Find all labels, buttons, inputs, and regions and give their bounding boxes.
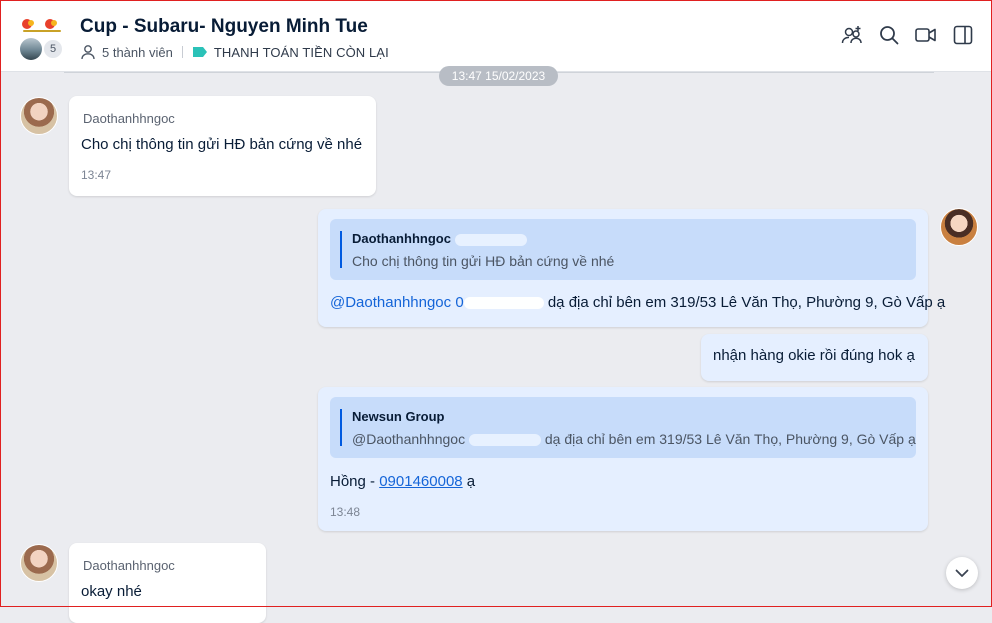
chat-header: 5 Cup - Subaru- Nguyen Minh Tue 5 thành … [0, 0, 992, 72]
scroll-to-bottom-button[interactable] [946, 557, 978, 589]
message-text: @Daothanhhngoc 0 dạ địa chỉ bên em 319/5… [330, 294, 945, 311]
quote-body: dạ địa chỉ bên em 319/53 Lê Văn Thọ, Phư… [544, 431, 916, 447]
sender-name-text: Daothanhhngoc [83, 558, 175, 573]
chevron-down-icon [955, 569, 969, 577]
message-prefix: Hồng - [330, 473, 380, 490]
message-bubble[interactable]: nhận hàng okie rồi đúng hok ạ [701, 334, 928, 381]
mention-suffix: 0 [455, 294, 464, 311]
header-subtitle: 5 thành viên THANH TOÁN TIỀN CÒN LẠI [80, 44, 389, 60]
members-link[interactable]: 5 thành viên [80, 44, 173, 60]
redacted-text [463, 297, 544, 310]
quoted-message[interactable]: Daothanhhngoc Cho chị thông tin gửi HĐ b… [330, 219, 916, 280]
message-list[interactable]: 13:47 15/02/2023 Daothanhhngoc Cho chị t… [0, 66, 992, 623]
redacted-text [454, 233, 527, 246]
add-member-icon [841, 26, 862, 44]
redacted-text [178, 560, 235, 573]
quote-text: Cho chị thông tin gửi HĐ bản cứng về nhé [352, 253, 615, 269]
quote-mention: @Daothanhhngoc [352, 431, 466, 447]
quote-bar [340, 409, 342, 446]
message-bubble[interactable]: Daothanhhngoc Cho chị thông tin gửi HĐ b… [318, 209, 945, 327]
message-bubble[interactable]: Daothanhhngoc okay nhé [69, 543, 266, 623]
message-bubble[interactable]: Daothanhhngoc Cho chị thông tin gửi HĐ b… [69, 96, 376, 196]
redacted-text [468, 434, 541, 447]
conversation-tag[interactable]: THANH TOÁN TIỀN CÒN LẠI [192, 45, 389, 60]
header-actions [841, 24, 974, 46]
sender-name: Daothanhhngoc [83, 558, 235, 573]
add-member-button[interactable] [841, 24, 863, 46]
date-separator: 13:47 15/02/2023 [439, 66, 558, 86]
search-icon [880, 26, 899, 45]
message-bubble[interactable]: Newsun Group @Daothanhhngoc dạ địa chỉ b… [318, 387, 928, 531]
sidebar-toggle-icon [953, 25, 973, 45]
message-time: 13:47 [81, 168, 112, 182]
subtitle-divider [181, 46, 183, 58]
quote-author-name: Daothanhhngoc [352, 231, 451, 246]
message-suffix: ạ [462, 473, 476, 490]
message-body: dạ địa chỉ bên em 319/53 Lê Văn Thọ, Phư… [547, 294, 946, 311]
video-call-icon [915, 28, 936, 42]
message-text: Hồng - 0901460008 ạ [330, 473, 475, 490]
tag-label: THANH TOÁN TIỀN CÒN LẠI [213, 44, 389, 60]
sender-name: Daothanhhngoc [83, 111, 175, 126]
tag-icon [192, 47, 207, 57]
conversation-title[interactable]: Cup - Subaru- Nguyen Minh Tue [80, 16, 368, 38]
members-label: 5 thành viên [102, 44, 173, 60]
message-text: Cho chị thông tin gửi HĐ bản cứng về nhé [81, 136, 363, 153]
group-logo [22, 19, 61, 32]
sidebar-toggle-button[interactable] [952, 24, 974, 46]
message-time: 13:48 [330, 505, 361, 519]
sender-avatar[interactable] [20, 97, 58, 135]
quote-author: Daothanhhngoc [352, 231, 527, 246]
sender-avatar[interactable] [20, 544, 58, 582]
my-avatar[interactable] [940, 208, 978, 246]
message-text: nhận hàng okie rồi đúng hok ạ [713, 347, 915, 364]
quote-bar [340, 231, 342, 268]
group-member-photo [20, 38, 42, 60]
search-button[interactable] [878, 24, 900, 46]
group-avatar[interactable]: 5 [18, 14, 68, 62]
video-call-button[interactable] [915, 24, 937, 46]
quote-text: @Daothanhhngoc dạ địa chỉ bên em 319/53 … [352, 431, 916, 447]
mention[interactable]: @Daothanhhngoc [330, 294, 451, 311]
user-icon [81, 45, 95, 60]
phone-link[interactable]: 0901460008 [379, 473, 462, 490]
quoted-message[interactable]: Newsun Group @Daothanhhngoc dạ địa chỉ b… [330, 397, 916, 458]
quote-author-name: Newsun Group [352, 409, 445, 424]
member-count-badge: 5 [42, 38, 64, 60]
message-text: okay nhé [81, 583, 142, 600]
